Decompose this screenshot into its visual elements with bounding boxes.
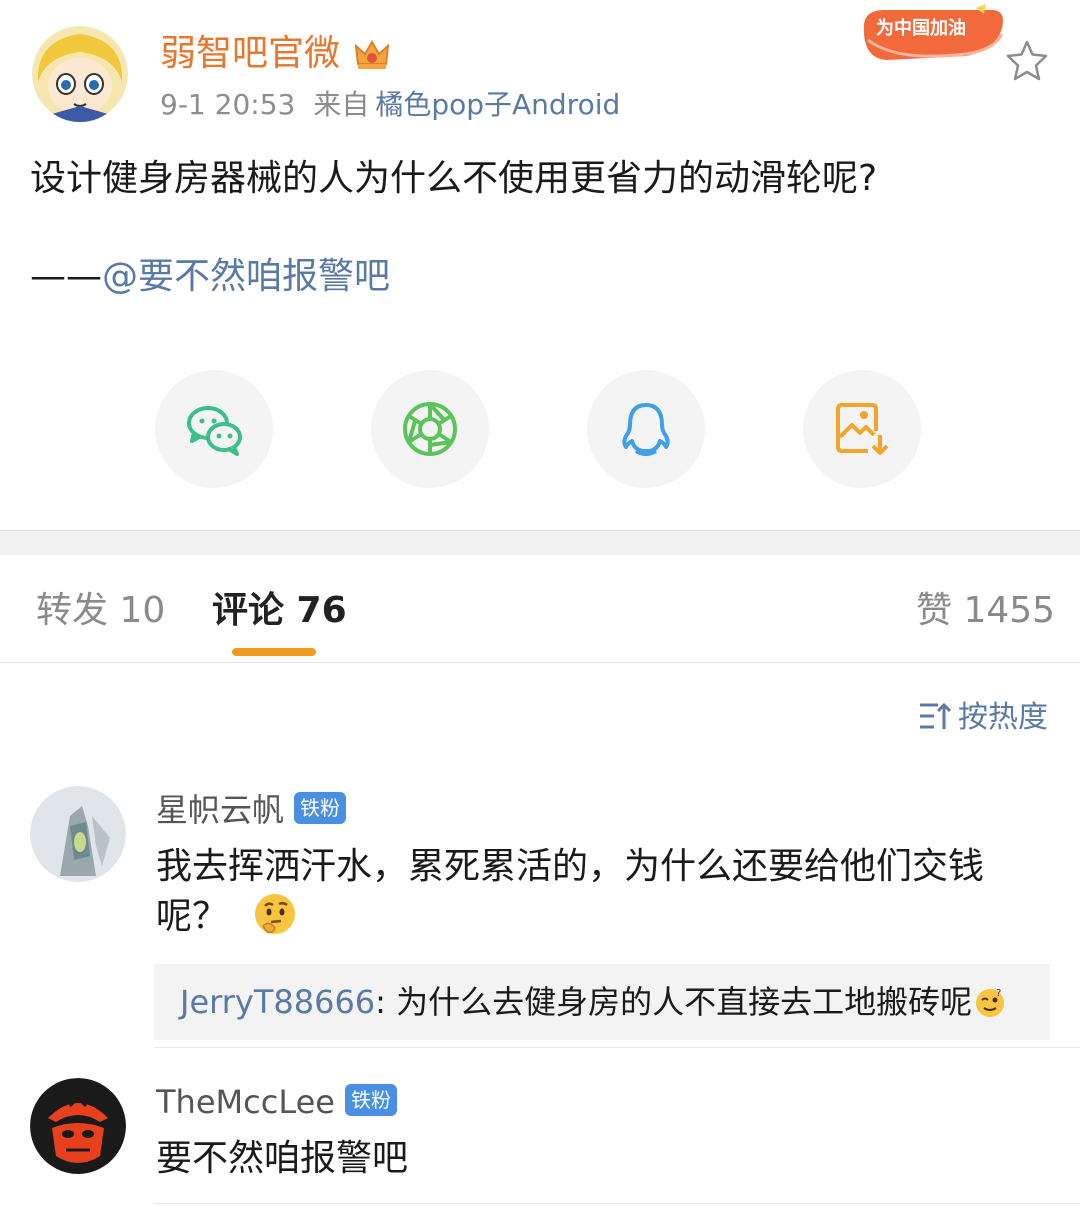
comment-divider (154, 1047, 1080, 1048)
reply-text: : 为什么去健身房的人不直接去工地搬砖呢 (375, 983, 973, 1021)
tab-repost[interactable]: 转发 10 (36, 586, 165, 636)
post-text: 设计健身房器械的人为什么不使用更省力的动滑轮呢? (30, 158, 878, 199)
comment-text: 我去挥洒汗水，累死累活的，为什么还要给他们交钱 (156, 846, 985, 887)
svg-text:?: ? (996, 988, 1001, 999)
tabs-divider (0, 662, 1080, 663)
fan-badge-2: 铁粉 (344, 1084, 397, 1116)
wechat-icon (187, 406, 242, 456)
cheer-china-badge[interactable]: 为中国加油 (856, 4, 1008, 68)
section-divider (0, 530, 1080, 555)
commenter-name[interactable]: 星帜云帆 铁粉 (156, 788, 347, 832)
save-image-icon (836, 403, 889, 455)
favorite-star-icon[interactable] (1004, 38, 1050, 84)
sort-label: 按热度 (958, 700, 1048, 735)
wink-emoji-icon: ? (976, 988, 1005, 1017)
quote-dash: —— (30, 256, 102, 297)
author-avatar[interactable] (32, 26, 128, 122)
commenter-avatar[interactable] (30, 786, 126, 882)
post-time: 9-1 20:53 (160, 88, 296, 121)
tab-comments[interactable]: 评论 76 (212, 586, 347, 636)
sort-icon (920, 702, 952, 729)
quote-mention[interactable]: @要不然咱报警吧 (102, 256, 390, 297)
qq-icon (622, 403, 670, 456)
share-qq-button[interactable] (587, 370, 705, 488)
commenter-name-2[interactable]: TheMccLee 铁粉 (156, 1080, 397, 1124)
moments-icon (403, 402, 457, 456)
commenter-avatar-2[interactable] (30, 1078, 126, 1174)
comment-text-line2: 呢？ (156, 892, 297, 942)
share-moments-button[interactable] (371, 370, 489, 488)
comment-reply[interactable]: JerryT88666: 为什么去健身房的人不直接去工地搬砖呢 ? (154, 964, 1050, 1040)
tab-likes[interactable]: 赞 1455 (916, 586, 1055, 636)
cheer-badge-text: 为中国加油 (876, 17, 966, 39)
comment-text-2: 要不然咱报警吧 (156, 1138, 409, 1179)
comment-text-line2-text: 呢？ (156, 896, 229, 937)
share-wechat-button[interactable] (155, 370, 273, 488)
active-tab-indicator (232, 648, 316, 656)
sort-by-hot-button[interactable]: 按热度 (918, 698, 1048, 738)
post-quote: ——@要不然咱报警吧 (30, 250, 390, 304)
save-image-button[interactable] (803, 370, 921, 488)
thinking-emoji-icon (255, 894, 296, 934)
post-source[interactable]: 橘色pop子Android (375, 88, 620, 121)
fan-badge: 铁粉 (294, 792, 347, 824)
commenter-name-2-text[interactable]: TheMccLee (156, 1083, 335, 1121)
author-name[interactable]: 弱智吧官微 (160, 30, 340, 78)
comment-divider-2 (154, 1203, 1080, 1204)
post-meta: 9-1 20:53 来自 橘色pop子Android (160, 86, 620, 124)
from-label: 来自 (313, 88, 370, 121)
vip-crown-icon[interactable] (352, 34, 392, 74)
commenter-name-text[interactable]: 星帜云帆 (156, 791, 284, 829)
reply-author[interactable]: JerryT88666 (180, 983, 375, 1021)
